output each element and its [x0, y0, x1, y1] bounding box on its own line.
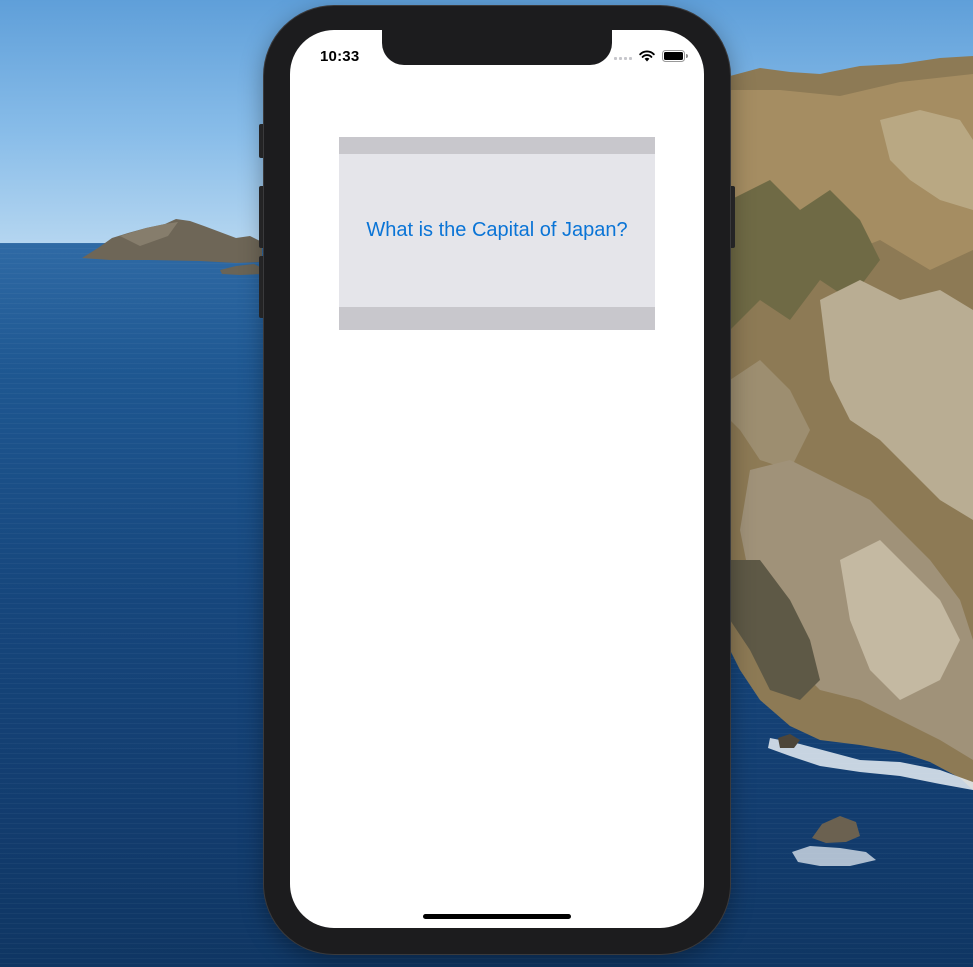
question-card-body: What is the Capital of Japan? — [339, 154, 655, 307]
home-indicator[interactable] — [423, 914, 571, 919]
status-bar-time: 10:33 — [320, 48, 360, 65]
small-islet — [220, 264, 262, 275]
question-button[interactable]: What is the Capital of Japan? — [366, 219, 627, 242]
question-card: What is the Capital of Japan? — [339, 137, 655, 330]
signal-icon — [614, 56, 632, 60]
phone-notch — [382, 30, 612, 65]
status-bar-icons — [614, 49, 688, 67]
battery-icon — [662, 49, 688, 67]
phone-screen: 10:33 What is the Capital of Japan? — [290, 30, 704, 928]
wifi-icon — [639, 49, 655, 67]
offshore-rock — [812, 816, 860, 843]
